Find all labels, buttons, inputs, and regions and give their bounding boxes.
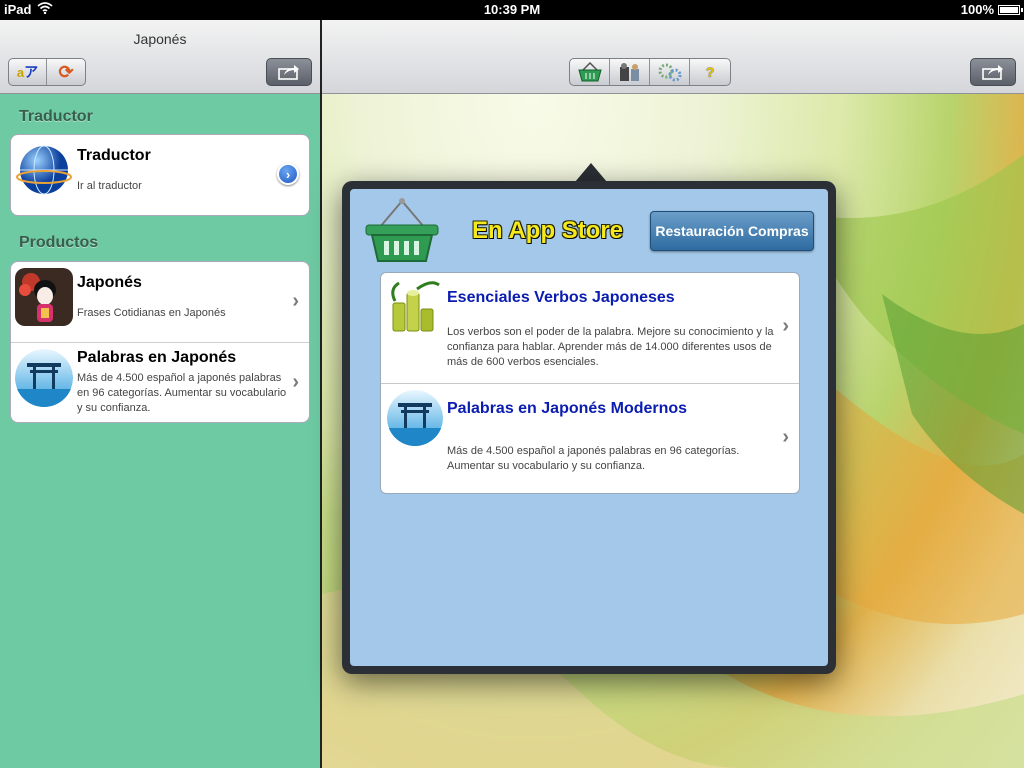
people-icon	[619, 63, 639, 81]
restore-purchases-button[interactable]: Restauración Compras	[650, 211, 814, 251]
globe-icon	[15, 141, 73, 199]
cell-japones[interactable]: Japonés Frases Cotidianas en Japonés ›	[11, 262, 309, 342]
help-button[interactable]: ?	[690, 59, 730, 85]
status-bar: iPad 10:39 PM 100%	[0, 0, 1024, 20]
torii-icon	[15, 349, 73, 407]
app-store-popover: En App Store Restauración Compras Esenci…	[342, 181, 836, 674]
section-header-traductor: Traductor	[19, 108, 93, 125]
help-icon: ?	[705, 64, 715, 80]
chevron-right-icon: ›	[782, 426, 789, 448]
cell-title: Japonés	[77, 274, 142, 291]
left-share-button[interactable]	[266, 58, 312, 86]
battery-fill	[1000, 6, 1018, 13]
refresh-button[interactable]: ⟳	[47, 59, 85, 85]
settings-icon	[658, 63, 681, 82]
right-nav-bar: ?	[322, 20, 1024, 94]
basket-icon	[364, 197, 440, 265]
disclosure-button[interactable]: ›	[277, 163, 299, 185]
cell-palabras[interactable]: Palabras en Japonés Más de 4.500 español…	[11, 342, 309, 422]
product-description: Los verbos son el poder de la palabra. M…	[447, 326, 774, 368]
productos-group: Japonés Frases Cotidianas en Japonés › P…	[10, 261, 310, 423]
popover-content: En App Store Restauración Compras Esenci…	[350, 189, 828, 666]
popover-title: En App Store	[472, 217, 624, 244]
section-header-productos: Productos	[19, 234, 99, 251]
store-button[interactable]	[570, 59, 610, 85]
battery-percent: 100%	[960, 2, 994, 17]
product-verbos[interactable]: Esenciales Verbos Japoneses Los verbos s…	[381, 273, 799, 383]
chevron-right-icon: ›	[292, 371, 299, 393]
cell-title: Traductor	[77, 147, 151, 164]
left-segmented-control: aア ⟳	[8, 58, 86, 86]
left-pane: Japonés aア ⟳ Traductor Traductor Ir al t	[0, 20, 320, 768]
chevron-right-icon: ›	[782, 315, 789, 337]
cell-subtitle: Ir al traductor	[77, 180, 142, 192]
traductor-group: Traductor Ir al traductor ›	[10, 134, 310, 216]
share-icon	[982, 65, 1003, 80]
left-nav-title: Japonés	[133, 31, 187, 47]
geisha-icon	[15, 268, 73, 326]
product-palabras-modernos[interactable]: Palabras en Japonés Modernos Más de 4.50…	[381, 383, 799, 493]
chevron-right-icon: ›	[292, 290, 299, 312]
right-share-button[interactable]	[970, 58, 1016, 86]
cell-subtitle: Frases Cotidianas en Japonés	[77, 307, 226, 319]
translate-button[interactable]: aア	[9, 59, 47, 85]
basket-icon	[577, 62, 602, 82]
refresh-icon: ⟳	[58, 61, 74, 82]
product-list: Esenciales Verbos Japoneses Los verbos s…	[380, 272, 800, 494]
chevron-right-icon: ›	[285, 166, 291, 182]
ipad-screen: iPad 10:39 PM 100% Japonés aア ⟳ Traducto…	[0, 0, 1024, 768]
translate-icon: a	[16, 64, 25, 80]
settings-button[interactable]	[650, 59, 690, 85]
cell-traductor[interactable]: Traductor Ir al traductor ›	[11, 135, 309, 215]
cell-subtitle: Más de 4.500 español a japonés palabras …	[77, 372, 287, 414]
bamboo-icon	[387, 279, 443, 335]
product-description: Más de 4.500 español a japonés palabras …	[447, 445, 740, 472]
product-title: Palabras en Japonés Modernos	[447, 400, 688, 417]
toolbar-segmented-control: ?	[569, 58, 731, 86]
popover-arrow	[575, 163, 607, 182]
cell-title: Palabras en Japonés	[77, 349, 237, 366]
share-icon	[278, 65, 299, 80]
people-button[interactable]	[610, 59, 650, 85]
battery-icon	[998, 4, 1023, 15]
katakana-icon: ア	[24, 64, 39, 80]
status-time: 10:39 PM	[483, 2, 541, 17]
torii-icon	[387, 390, 443, 446]
product-title: Esenciales Verbos Japoneses	[447, 289, 675, 306]
left-nav-bar: Japonés aア ⟳	[0, 20, 320, 94]
